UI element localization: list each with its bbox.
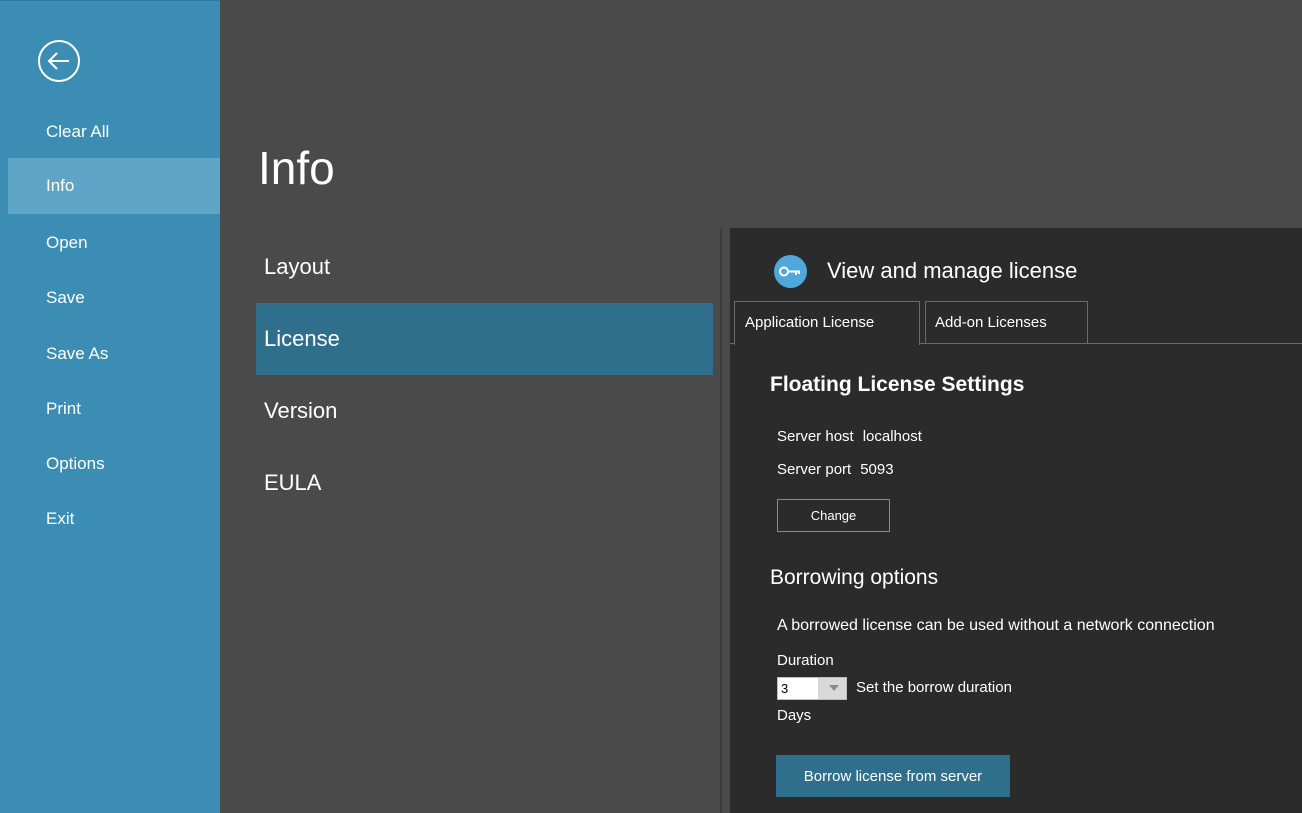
- days-label: Days: [777, 707, 812, 724]
- panel-divider: [720, 228, 722, 813]
- page-title: Info: [258, 142, 335, 194]
- rail-item-save[interactable]: Save: [8, 270, 220, 326]
- duration-value: 3: [778, 678, 818, 699]
- chevron-down-icon: [829, 685, 839, 691]
- rail-item-clear-all[interactable]: Clear All: [8, 104, 220, 160]
- server-port-value: 5093: [860, 461, 894, 478]
- arrow-left-circle-icon: [38, 40, 80, 82]
- panel-header: View and manage license: [774, 254, 1077, 288]
- borrowing-description: A borrowed license can be used without a…: [777, 617, 1215, 634]
- rail-item-info[interactable]: Info: [8, 158, 220, 214]
- borrowing-options-heading: Borrowing options: [770, 566, 939, 589]
- duration-select[interactable]: 3: [777, 677, 847, 700]
- server-port-row: Server port 5093: [777, 461, 894, 478]
- server-host-value: localhost: [862, 428, 922, 445]
- borrow-license-button[interactable]: Borrow license from server: [776, 755, 1010, 797]
- server-host-label: Server host: [777, 428, 854, 445]
- tab-application-license[interactable]: Application License: [734, 301, 920, 345]
- floating-license-heading: Floating License Settings: [770, 373, 1025, 396]
- subnav-item-license[interactable]: License: [256, 303, 713, 375]
- back-button[interactable]: [36, 38, 82, 84]
- subnav-item-eula[interactable]: EULA: [256, 447, 713, 519]
- subnav-item-version[interactable]: Version: [256, 375, 713, 447]
- backstage-rail: Clear All Info Open Save Save As Print O…: [0, 0, 220, 813]
- license-tabs: Application License Add-on Licenses: [730, 301, 1302, 345]
- panel-title: View and manage license: [827, 258, 1078, 283]
- key-icon: [774, 254, 807, 288]
- rail-item-save-as[interactable]: Save As: [8, 326, 220, 382]
- server-host-row: Server host localhost: [777, 428, 922, 445]
- rail-item-print[interactable]: Print: [8, 381, 220, 437]
- rail-item-exit[interactable]: Exit: [8, 491, 220, 547]
- license-panel: View and manage license Application Lice…: [730, 228, 1302, 813]
- duration-label: Duration: [777, 652, 834, 669]
- rail-item-options[interactable]: Options: [8, 436, 220, 492]
- server-port-label: Server port: [777, 461, 852, 478]
- tab-add-on-licenses[interactable]: Add-on Licenses: [925, 301, 1088, 343]
- rail-item-open[interactable]: Open: [8, 215, 220, 271]
- change-button[interactable]: Change: [777, 499, 890, 532]
- duration-help-text: Set the borrow duration: [856, 679, 1012, 696]
- subnav-item-layout[interactable]: Layout: [256, 231, 713, 303]
